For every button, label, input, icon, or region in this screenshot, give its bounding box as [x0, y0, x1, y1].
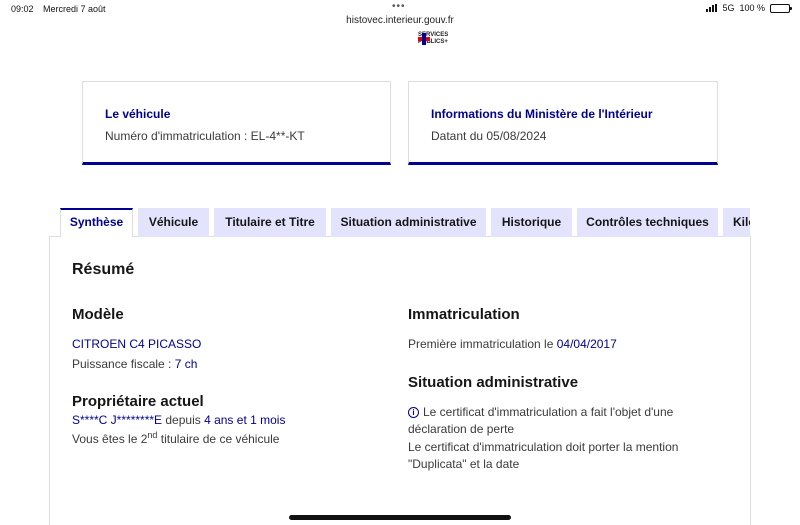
fiscal-power: Puissance fiscale : 7 ch: [72, 357, 197, 371]
home-indicator[interactable]: [289, 515, 511, 520]
tab-historique[interactable]: Historique: [491, 208, 572, 237]
info-icon: i: [408, 407, 419, 418]
admin-line-3: Le certificat d'immatriculation doit por…: [408, 440, 679, 454]
vehicle-card: Le véhicule Numéro d'immatriculation : E…: [82, 81, 391, 165]
owner-rank: Vous êtes le 2nd titulaire de ce véhicul…: [72, 430, 279, 446]
owner-since-value: 4 ans et 1 mois: [204, 413, 286, 427]
ministry-card: Informations du Ministère de l'Intérieur…: [408, 81, 718, 165]
owner-rank-suffix: titulaire de ce véhicule: [157, 432, 280, 446]
multitask-dots-icon[interactable]: •••: [392, 1, 406, 12]
status-date: Mercredi 7 août: [43, 4, 106, 14]
status-time: 09:02: [11, 4, 34, 14]
address-bar[interactable]: histovec.interieur.gouv.fr: [0, 15, 800, 26]
owner-rank-sup: nd: [147, 430, 158, 440]
status-right: 5G 100 %: [706, 3, 792, 13]
summary-panel: [49, 236, 751, 525]
fiscal-power-value: 7 ch: [174, 357, 198, 371]
first-registration: Première immatriculation le 04/04/2017: [408, 337, 617, 351]
battery-icon: [770, 3, 792, 13]
first-registration-date: 04/04/2017: [556, 337, 617, 351]
summary-title: Résumé: [72, 261, 135, 278]
tab-synthese[interactable]: Synthèse: [60, 208, 133, 237]
owner-name: S****C J********E: [72, 413, 163, 427]
tab-bar: Synthèse Véhicule Titulaire et Titre Sit…: [60, 208, 750, 237]
admin-line-1-text: Le certificat d'immatriculation a fait l…: [423, 405, 674, 419]
signal-icon: [706, 4, 718, 12]
status-bar: 09:02 Mercredi 7 août ••• 5G 100 %: [0, 0, 800, 16]
vehicle-card-plate: Numéro d'immatriculation : EL-4**-KT: [105, 129, 305, 143]
owner-heading: Propriétaire actuel: [72, 393, 204, 410]
model-name: CITROEN C4 PICASSO: [72, 337, 202, 351]
plus-logo-icon: [418, 33, 430, 45]
owner-since-label: depuis: [162, 413, 205, 427]
model-heading: Modèle: [72, 306, 124, 323]
ministry-card-title: Informations du Ministère de l'Intérieur: [431, 107, 653, 121]
admin-line-2: déclaration de perte: [408, 422, 515, 436]
tab-vehicule[interactable]: Véhicule: [138, 208, 209, 237]
admin-line-4: "Duplicata" et la date: [408, 457, 520, 471]
ministry-card-date: Datant du 05/08/2024: [431, 129, 547, 143]
registration-heading: Immatriculation: [408, 306, 520, 323]
first-registration-label: Première immatriculation le: [408, 337, 557, 351]
vehicle-card-title: Le véhicule: [105, 107, 171, 121]
tab-kilometrage[interactable]: Kilo: [723, 208, 750, 237]
owner-line: S****C J********E depuis 4 ans et 1 mois: [72, 413, 285, 427]
tab-situation-administrative[interactable]: Situation administrative: [331, 208, 486, 237]
network-label: 5G: [722, 3, 735, 13]
services-publics-logo[interactable]: SERVICES PUBLICS+: [418, 32, 448, 45]
admin-line-1: i Le certificat d'immatriculation a fait …: [408, 405, 673, 419]
fiscal-power-label: Puissance fiscale :: [72, 357, 175, 371]
tab-titulaire[interactable]: Titulaire et Titre: [214, 208, 326, 237]
owner-rank-prefix: Vous êtes le 2: [72, 432, 148, 446]
tab-controles-techniques[interactable]: Contrôles techniques: [577, 208, 718, 237]
battery-label: 100 %: [739, 3, 765, 13]
admin-heading: Situation administrative: [408, 374, 579, 391]
